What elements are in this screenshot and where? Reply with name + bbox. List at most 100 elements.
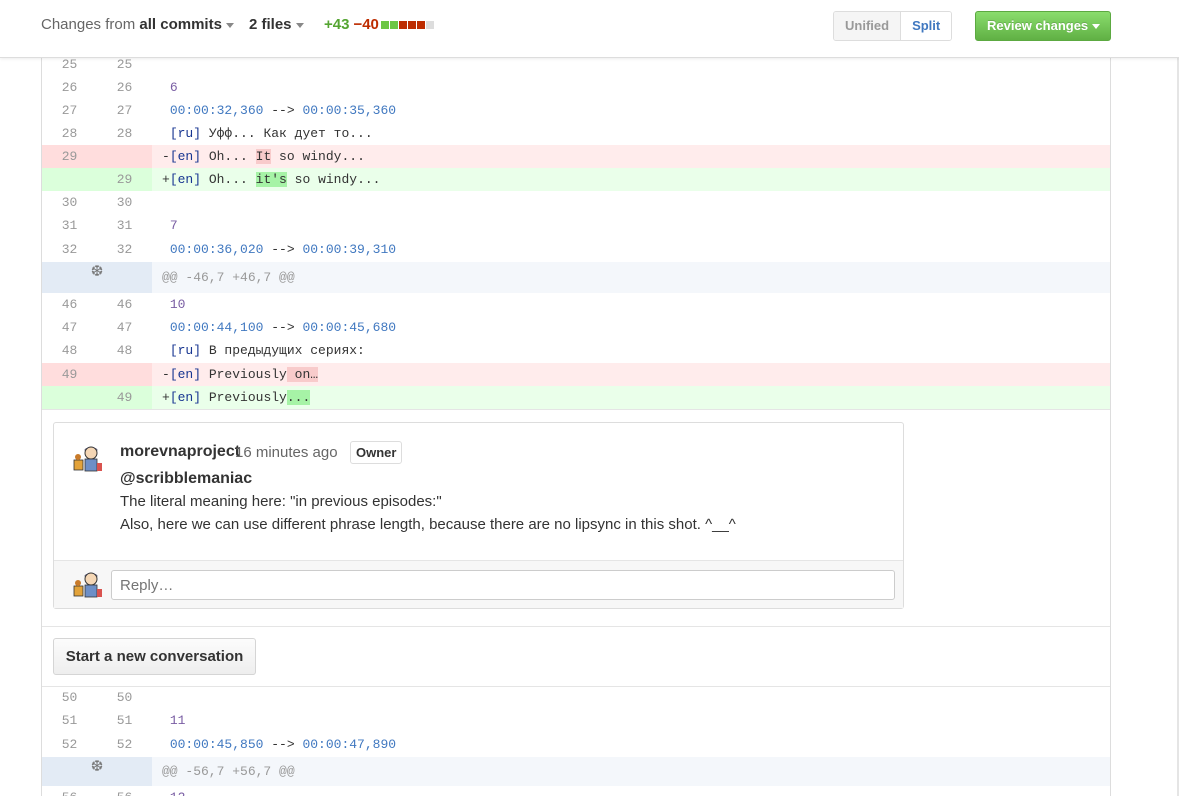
old-line-number[interactable]: 56	[42, 786, 97, 796]
new-line-number[interactable]: 26	[97, 76, 152, 99]
diffstat-block	[417, 21, 425, 29]
new-line-number[interactable]: 32	[97, 238, 152, 262]
unified-view-button[interactable]: Unified	[834, 12, 902, 40]
line-code: 10	[169, 297, 186, 312]
review-changes-label: Review changes	[987, 18, 1089, 33]
old-line-number[interactable]: 51	[42, 709, 97, 733]
diff-line: 27 27 00:00:32,360 --> 00:00:35,360	[42, 99, 1110, 122]
avatar	[72, 569, 104, 601]
expand-gutter[interactable]: ❆	[42, 262, 152, 293]
new-line-number[interactable]: 27	[97, 99, 152, 122]
new-line-number[interactable]	[97, 145, 152, 168]
line-code: @@ -56,7 +56,7 @@	[162, 764, 295, 779]
diff-line: 49 -[en] Previously on…	[42, 363, 1110, 386]
new-line-number[interactable]: 46	[97, 293, 152, 316]
new-line-number[interactable]: 30	[97, 191, 152, 214]
old-line-number[interactable]: 28	[42, 122, 97, 145]
diff-line: 29 +[en] Oh... it's so windy...	[42, 168, 1110, 191]
diff-line: 46 46 10	[42, 293, 1110, 316]
new-line-number[interactable]: 50	[97, 686, 152, 709]
new-conversation-area: Start a new conversation	[42, 627, 1110, 687]
diffstat-block	[399, 21, 407, 29]
split-view-button[interactable]: Split	[901, 12, 952, 40]
line-code: [ru] Уфф... Как дует то...	[169, 126, 373, 141]
line-code: [ru] В предыдущих сериях:	[169, 343, 365, 358]
changes-from-dropdown[interactable]: Changes from all commits	[41, 16, 234, 33]
unfold-icon[interactable]: ❆	[90, 760, 104, 775]
reply-bar	[54, 560, 903, 608]
line-code: 00:00:36,020 --> 00:00:39,310	[169, 242, 397, 257]
inline-comment-thread: morevnaproject 16 minutes ago Owner @scr…	[42, 409, 1110, 627]
diff-line: 28 28 [ru] Уфф... Как дует то...	[42, 122, 1110, 145]
avatar[interactable]	[72, 443, 104, 475]
line-code: +[en] Previously...	[162, 390, 311, 405]
files-count: 2 files	[249, 16, 292, 33]
additions-count: +43	[324, 16, 350, 33]
new-line-number[interactable]: 49	[97, 386, 152, 409]
files-dropdown[interactable]: 2 files	[249, 16, 304, 33]
comment-timestamp[interactable]: 16 minutes ago	[235, 444, 338, 461]
line-code: 7	[169, 218, 178, 233]
new-line-number[interactable]: 48	[97, 339, 152, 363]
old-line-number[interactable]: 47	[42, 316, 97, 339]
diff-line: 50 50	[42, 686, 1110, 709]
diff-line: 26 26 6	[42, 76, 1110, 99]
comment-mention[interactable]: @scribblemaniac	[120, 470, 252, 488]
line-code: 11	[169, 713, 186, 728]
diff-line: 31 31 7	[42, 214, 1110, 238]
diff-line: 29 -[en] Oh... It so windy...	[42, 145, 1110, 168]
line-code: 6	[169, 80, 178, 95]
new-line-number[interactable]: 28	[97, 122, 152, 145]
new-line-number[interactable]: 31	[97, 214, 152, 238]
line-code: 12	[152, 786, 1110, 796]
old-line-number[interactable]	[42, 168, 97, 191]
unfold-icon[interactable]: ❆	[90, 265, 104, 280]
old-line-number[interactable]: 50	[42, 686, 97, 709]
comment-author[interactable]: morevnaproject	[120, 443, 240, 461]
caret-down-icon	[225, 22, 234, 28]
comment-body-line: Also, here we can use different phrase l…	[120, 516, 736, 533]
start-new-conversation-button[interactable]: Start a new conversation	[53, 638, 256, 675]
old-line-number[interactable]	[42, 386, 97, 409]
review-changes-button[interactable]: Review changes	[975, 11, 1111, 41]
hunk-header: ❆ @@ -46,7 +46,7 @@	[42, 262, 1110, 293]
new-line-number[interactable]: 52	[97, 733, 152, 757]
line-code	[152, 191, 1110, 214]
diffstat-block	[390, 21, 398, 29]
new-line-number[interactable]	[97, 363, 152, 386]
diff-line: 51 51 11	[42, 709, 1110, 733]
owner-badge: Owner	[350, 441, 403, 464]
line-code: -[en] Previously on…	[162, 367, 319, 382]
diffstat-block	[426, 21, 434, 29]
changes-from-prefix: Changes from	[41, 16, 136, 33]
old-line-number[interactable]: 29	[42, 145, 97, 168]
old-line-number[interactable]: 26	[42, 76, 97, 99]
old-line-number[interactable]: 32	[42, 238, 97, 262]
caret-down-icon	[295, 22, 304, 28]
old-line-number[interactable]: 46	[42, 293, 97, 316]
old-line-number[interactable]: 30	[42, 191, 97, 214]
new-line-number[interactable]: 51	[97, 709, 152, 733]
old-line-number[interactable]: 31	[42, 214, 97, 238]
old-line-number[interactable]: 49	[42, 363, 97, 386]
diff-line: 48 48 [ru] В предыдущих сериях:	[42, 339, 1110, 363]
diff-toolbar: Changes from all commits 2 files +43 −40 …	[0, 0, 1179, 58]
comment: morevnaproject 16 minutes ago Owner @scr…	[53, 422, 904, 609]
expand-gutter[interactable]: ❆	[42, 757, 152, 786]
new-line-number[interactable]: 56	[97, 786, 152, 796]
line-code: -[en] Oh... It so windy...	[162, 149, 365, 164]
line-code: 00:00:32,360 --> 00:00:35,360	[169, 103, 397, 118]
line-code: +[en] Oh... it's so windy...	[162, 172, 381, 187]
line-code: 00:00:44,100 --> 00:00:45,680	[169, 320, 397, 335]
old-line-number[interactable]: 52	[42, 733, 97, 757]
old-line-number[interactable]: 27	[42, 99, 97, 122]
old-line-number[interactable]: 48	[42, 339, 97, 363]
diff-line: 49 +[en] Previously...	[42, 386, 1110, 409]
new-line-number[interactable]: 47	[97, 316, 152, 339]
diff-line: 32 32 00:00:36,020 --> 00:00:39,310	[42, 238, 1110, 262]
diffstat-block	[408, 21, 416, 29]
reply-input[interactable]	[111, 570, 895, 600]
diff-file: 25 25 26 26 6 27 27 00:00:32,360 --> 00:00:3…	[41, 0, 1111, 796]
diffstat-block	[381, 21, 389, 29]
new-line-number[interactable]: 29	[97, 168, 152, 191]
